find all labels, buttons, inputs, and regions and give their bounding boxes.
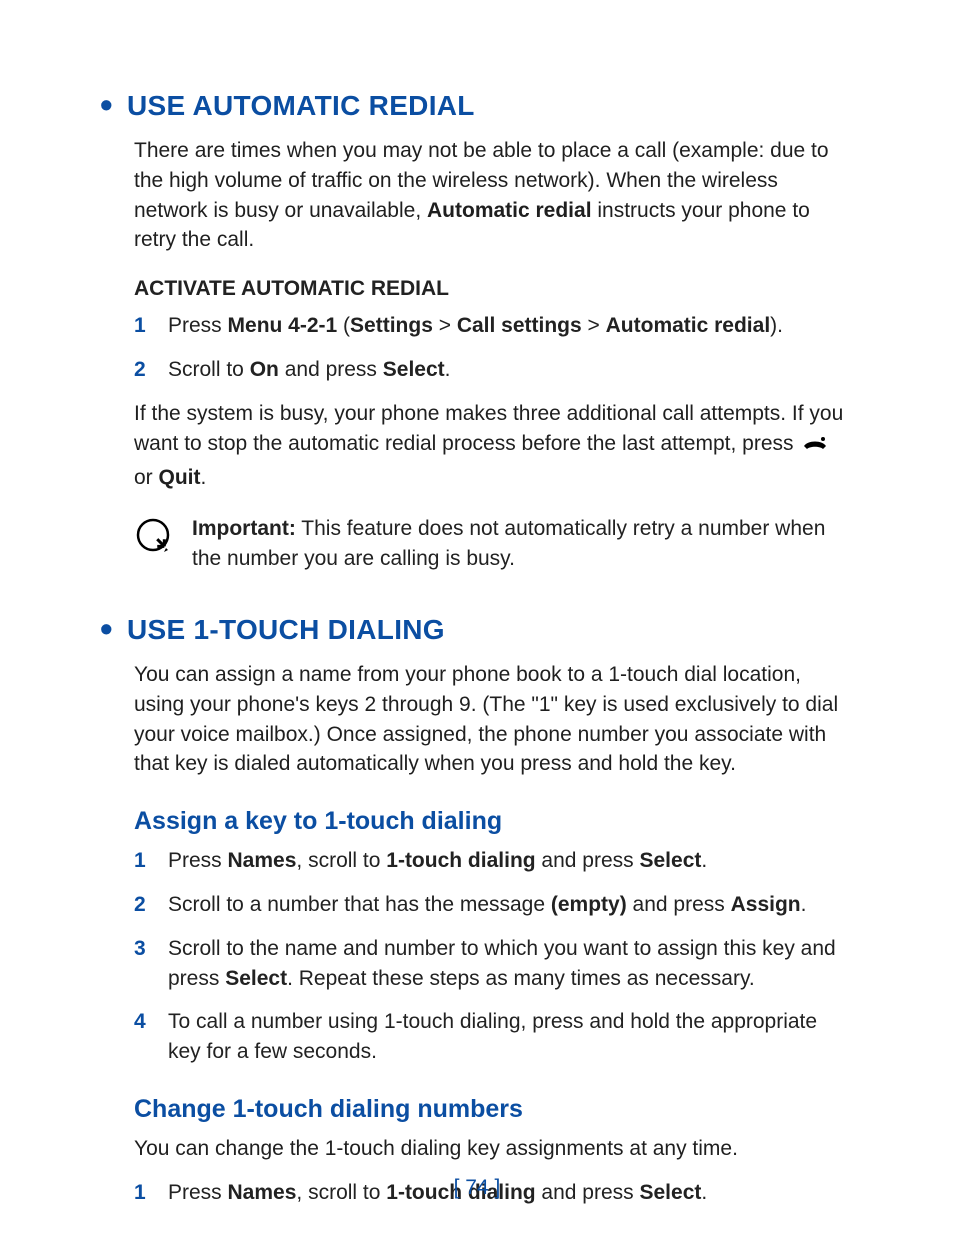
important-note: Important: This feature does not automat… — [100, 514, 854, 574]
section1-after: If the system is busy, your phone makes … — [100, 399, 854, 492]
step-number: 1 — [134, 846, 168, 876]
note-text: Important: This feature does not automat… — [192, 514, 854, 574]
section-title-1touch: • USE 1-TOUCH DIALING — [100, 614, 854, 646]
page-number: [ 74 ] — [0, 1176, 954, 1200]
list-item: 3 Scroll to the name and number to which… — [134, 934, 854, 994]
step-text: Press Names, scroll to 1-touch dialing a… — [168, 846, 854, 876]
section2-sub1-heading: Assign a key to 1-touch dialing — [100, 807, 854, 836]
step-text: Press Menu 4-2-1 (Settings > Call settin… — [168, 311, 854, 341]
step-text: To call a number using 1-touch dialing, … — [168, 1007, 854, 1067]
section2-sub1-steps: 1 Press Names, scroll to 1-touch dialing… — [100, 846, 854, 1067]
step-number: 2 — [134, 355, 168, 385]
list-item: 1 Press Names, scroll to 1-touch dialing… — [134, 846, 854, 876]
bullet-icon: • — [100, 608, 119, 649]
section-title-automatic-redial: • USE AUTOMATIC REDIAL — [100, 90, 854, 122]
step-number: 1 — [134, 311, 168, 341]
page: • USE AUTOMATIC REDIAL There are times w… — [0, 0, 954, 1248]
step-text: Scroll to a number that has the message … — [168, 890, 854, 920]
step-number: 3 — [134, 934, 168, 994]
list-item: 1 Press Menu 4-2-1 (Settings > Call sett… — [134, 311, 854, 341]
step-text: Scroll to On and press Select. — [168, 355, 854, 385]
bullet-icon: • — [100, 84, 119, 125]
section2-sub2-intro: You can change the 1-touch dialing key a… — [100, 1134, 854, 1164]
list-item: 2 Scroll to On and press Select. — [134, 355, 854, 385]
section1-steps: 1 Press Menu 4-2-1 (Settings > Call sett… — [100, 311, 854, 385]
section-title-text: USE AUTOMATIC REDIAL — [127, 90, 475, 121]
step-number: 4 — [134, 1007, 168, 1067]
important-icon — [134, 516, 176, 563]
section2-sub2-heading: Change 1-touch dialing numbers — [100, 1095, 854, 1124]
section-title-text: USE 1-TOUCH DIALING — [127, 614, 445, 645]
section1-sub-heading: ACTIVATE AUTOMATIC REDIAL — [100, 277, 854, 301]
step-number: 2 — [134, 890, 168, 920]
section1-intro: There are times when you may not be able… — [100, 136, 854, 255]
list-item: 4 To call a number using 1-touch dialing… — [134, 1007, 854, 1067]
list-item: 2 Scroll to a number that has the messag… — [134, 890, 854, 920]
end-call-icon — [801, 433, 829, 463]
section2-intro: You can assign a name from your phone bo… — [100, 660, 854, 779]
step-text: Scroll to the name and number to which y… — [168, 934, 854, 994]
